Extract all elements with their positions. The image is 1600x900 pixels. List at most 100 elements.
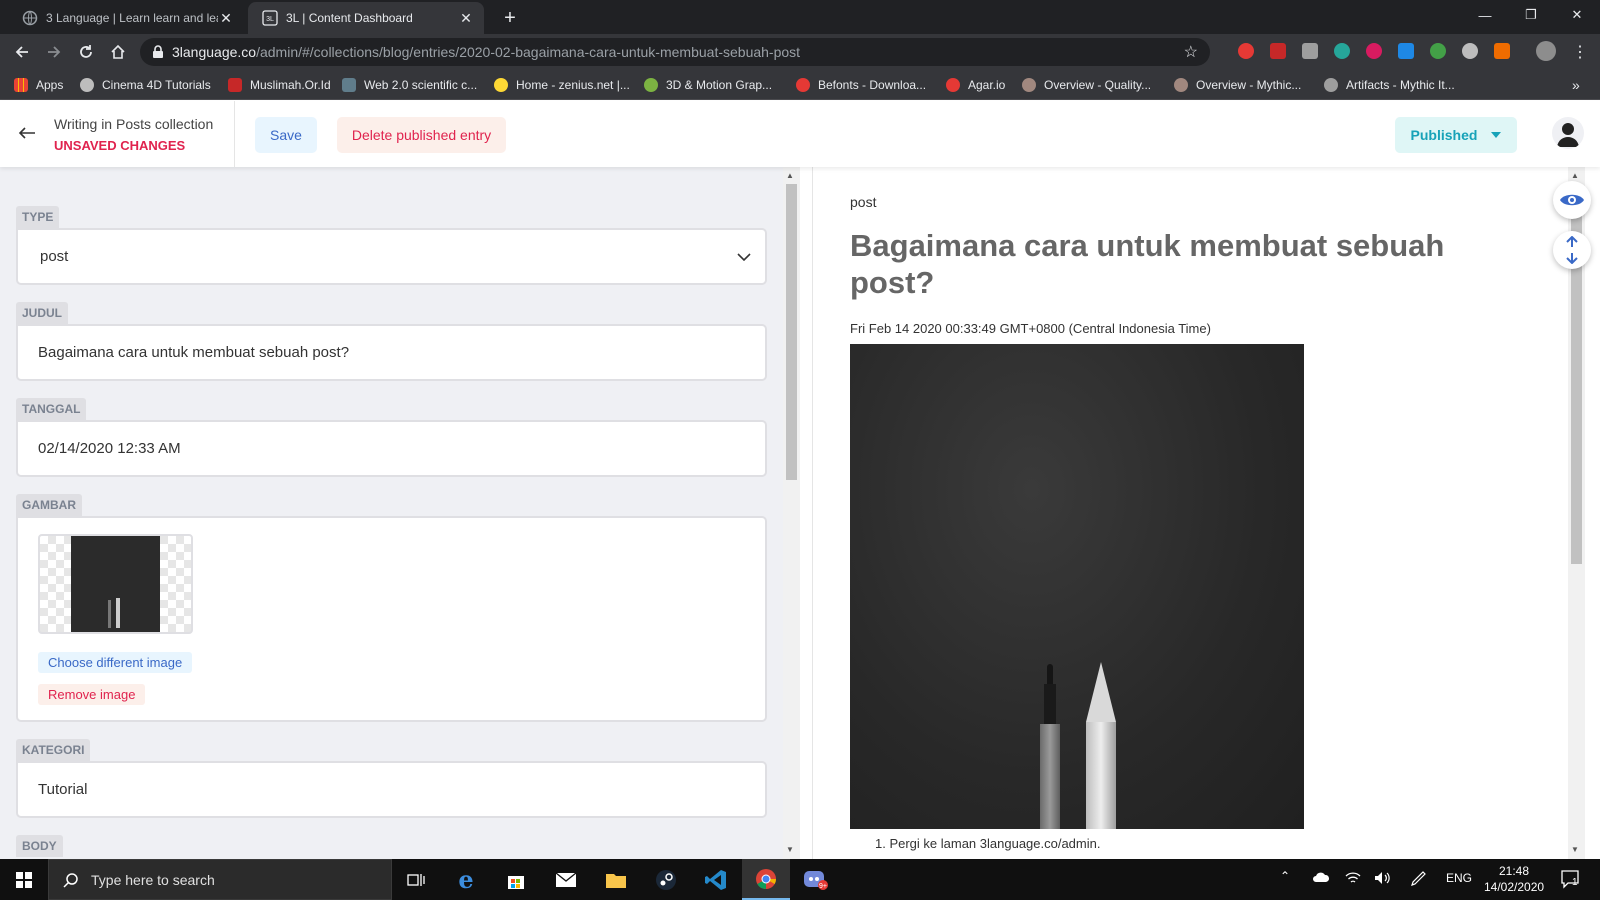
- editor-scrollbar[interactable]: ▲ ▼: [783, 167, 800, 859]
- restore-button[interactable]: ❐: [1508, 0, 1554, 30]
- field-label-type: TYPE: [16, 206, 60, 228]
- type-select[interactable]: post: [16, 228, 767, 285]
- calculator-icon: [342, 78, 356, 92]
- star-icon[interactable]: ☆: [1184, 42, 1198, 62]
- bookmark[interactable]: Artifacts - Mythic It...: [1324, 76, 1455, 94]
- apps-grid-icon: [14, 78, 28, 92]
- scroll-up-icon[interactable]: ▲: [786, 171, 794, 180]
- minimize-button[interactable]: —: [1462, 0, 1508, 30]
- bookmark[interactable]: Home - zenius.net |...: [494, 76, 630, 94]
- windows-logo-icon: [16, 871, 32, 888]
- home-button[interactable]: [106, 40, 130, 64]
- bookmark[interactable]: Overview - Mythic...: [1174, 76, 1301, 94]
- remove-image-button[interactable]: Remove image: [38, 684, 146, 705]
- toggle-preview-button[interactable]: [1553, 181, 1591, 219]
- bookmark-apps[interactable]: Apps: [14, 76, 63, 94]
- scroll-down-icon[interactable]: ▼: [1571, 845, 1579, 854]
- bookmark[interactable]: Befonts - Downloa...: [796, 76, 926, 94]
- browser-tab-3language[interactable]: 3 Language | Learn learn and lear ✕: [8, 2, 244, 34]
- notification-center-icon[interactable]: 1: [1560, 869, 1580, 889]
- mail-taskbar-icon[interactable]: [542, 859, 590, 900]
- forward-button[interactable]: [42, 40, 66, 64]
- taskbar-search-box[interactable]: Type here to search: [48, 859, 392, 900]
- close-tab-icon[interactable]: ✕: [458, 10, 474, 26]
- save-button[interactable]: Save: [255, 117, 317, 153]
- file-explorer-taskbar-icon[interactable]: [592, 859, 640, 900]
- address-bar[interactable]: 3language.co/admin/#/collections/blog/en…: [140, 38, 1210, 66]
- pen-workspace-icon[interactable]: [1410, 871, 1428, 887]
- close-tab-icon[interactable]: ✕: [218, 10, 234, 26]
- preview-type: post: [850, 194, 877, 210]
- mythic-icon: [1022, 78, 1036, 92]
- store-taskbar-icon[interactable]: [492, 859, 540, 900]
- mail-icon: [555, 871, 577, 887]
- tanggal-input[interactable]: 02/14/2020 12:33 AM: [16, 420, 767, 477]
- artifacts-icon: [1324, 78, 1338, 92]
- vscode-icon: [705, 869, 726, 890]
- preview-date: Fri Feb 14 2020 00:33:49 GMT+0800 (Centr…: [850, 321, 1211, 336]
- delete-entry-button[interactable]: Delete published entry: [337, 117, 506, 153]
- folder-icon: [606, 873, 626, 888]
- bookmark[interactable]: Muslimah.Or.Id: [228, 76, 331, 94]
- bookmark[interactable]: Cinema 4D Tutorials: [80, 76, 211, 94]
- extension-icon[interactable]: [1366, 43, 1382, 59]
- judul-input[interactable]: Bagaimana cara untuk membuat sebuah post…: [16, 324, 767, 381]
- user-avatar[interactable]: [1552, 117, 1584, 149]
- field-label-kategori: KATEGORI: [16, 739, 91, 761]
- extension-icon[interactable]: [1494, 43, 1510, 59]
- choose-image-button[interactable]: Choose different image: [38, 652, 193, 673]
- close-window-button[interactable]: ✕: [1554, 0, 1600, 30]
- pen-shape: [1038, 664, 1062, 829]
- speaker-icon[interactable]: [1374, 871, 1392, 885]
- chevron-up-icon[interactable]: ⌃: [1280, 869, 1290, 883]
- back-arrow-icon[interactable]: [18, 125, 36, 141]
- preview-image: [850, 344, 1304, 829]
- back-button[interactable]: [10, 40, 34, 64]
- cinema4d-icon: [80, 78, 94, 92]
- url-host: 3language.co: [172, 44, 257, 60]
- bookmarks-bar: Apps Cinema 4D Tutorials Muslimah.Or.Id …: [0, 70, 1600, 100]
- steam-icon: [656, 869, 676, 890]
- scroll-up-icon[interactable]: ▲: [1571, 171, 1579, 180]
- sync-scroll-icon: [1566, 236, 1578, 264]
- more-bookmarks-icon[interactable]: »: [1572, 76, 1580, 94]
- start-button[interactable]: [0, 859, 48, 900]
- browser-tab-content-dashboard[interactable]: 3L 3L | Content Dashboard ✕: [248, 2, 484, 34]
- reload-button[interactable]: [74, 40, 98, 64]
- extension-icon[interactable]: [1270, 43, 1286, 59]
- extension-icon[interactable]: [1334, 43, 1350, 59]
- bookmark[interactable]: Agar.io: [946, 76, 1005, 94]
- kategori-input[interactable]: Tutorial: [16, 761, 767, 818]
- chrome-menu-icon[interactable]: ⋮: [1572, 42, 1588, 62]
- wifi-icon[interactable]: [1345, 871, 1361, 885]
- onedrive-icon[interactable]: [1312, 871, 1330, 883]
- chrome-taskbar-icon[interactable]: [742, 859, 790, 900]
- extension-icon[interactable]: [1462, 43, 1478, 59]
- field-label-tanggal: TANGGAL: [16, 398, 87, 420]
- discord-taskbar-icon[interactable]: 9+: [792, 859, 840, 900]
- chevron-down-icon: [737, 252, 751, 261]
- bookmark[interactable]: 3D & Motion Grap...: [644, 76, 772, 94]
- extension-icon[interactable]: [1302, 43, 1318, 59]
- extension-icon[interactable]: [1430, 43, 1446, 59]
- steam-taskbar-icon[interactable]: [642, 859, 690, 900]
- profile-avatar[interactable]: [1536, 41, 1556, 61]
- scrollbar-thumb[interactable]: [786, 184, 797, 480]
- clock[interactable]: 21:48 14/02/2020: [1484, 863, 1544, 895]
- preview-scrollbar[interactable]: ▲ ▼: [1568, 167, 1585, 859]
- vscode-taskbar-icon[interactable]: [692, 859, 740, 900]
- bookmark[interactable]: Web 2.0 scientific c...: [342, 76, 477, 94]
- sync-scroll-button[interactable]: [1553, 231, 1591, 269]
- language-indicator[interactable]: ENG: [1446, 871, 1472, 885]
- image-thumbnail[interactable]: [38, 534, 193, 634]
- task-view-button[interactable]: [392, 859, 440, 900]
- extension-icon[interactable]: [1398, 43, 1414, 59]
- extension-icon[interactable]: [1238, 43, 1254, 59]
- scroll-down-icon[interactable]: ▼: [786, 845, 794, 854]
- publish-status-dropdown[interactable]: Published: [1395, 117, 1517, 153]
- bookmark[interactable]: Overview - Quality...: [1022, 76, 1151, 94]
- mythic-icon: [1174, 78, 1188, 92]
- edge-taskbar-icon[interactable]: e: [442, 859, 490, 900]
- leaf-icon: [644, 78, 658, 92]
- new-tab-button[interactable]: +: [498, 6, 522, 30]
